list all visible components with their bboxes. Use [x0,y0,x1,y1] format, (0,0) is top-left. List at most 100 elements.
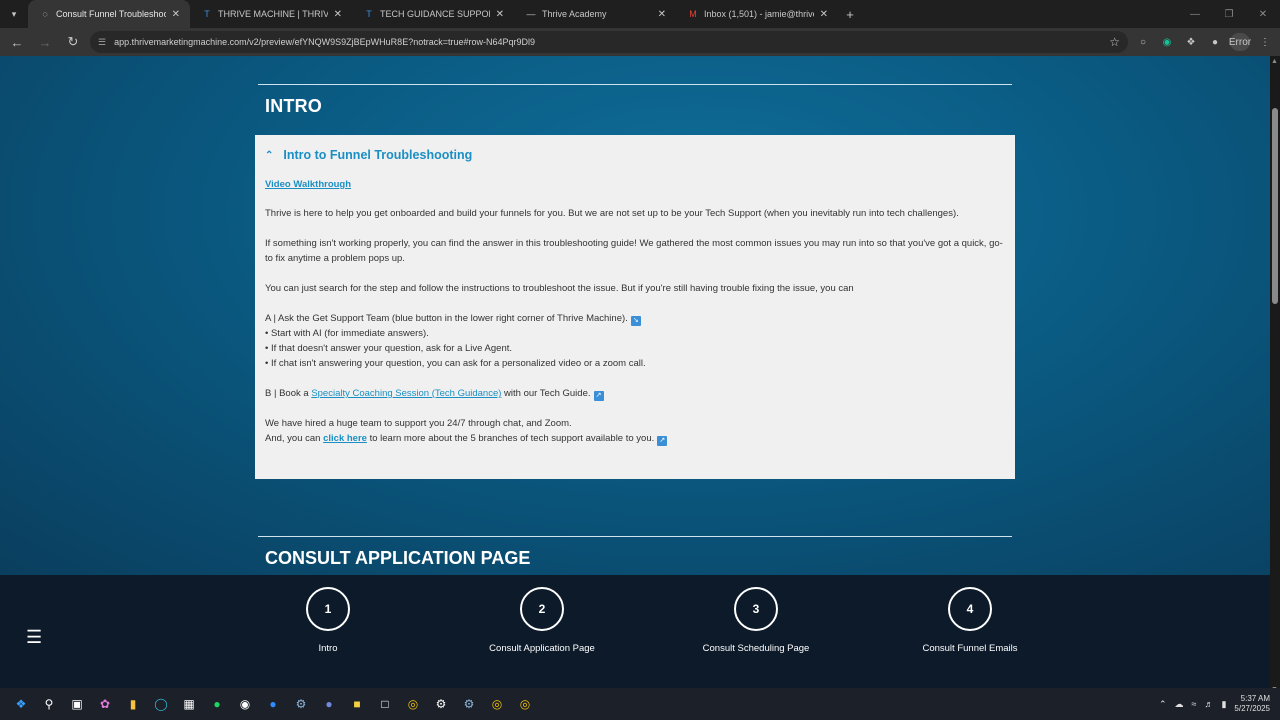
chrome-icon[interactable]: ◎ [402,693,424,715]
search-icon[interactable]: ⚲ [38,693,60,715]
file-explorer-icon[interactable]: ▮ [122,693,144,715]
chevron-up-icon: ⌃ [265,149,274,161]
edge-icon[interactable]: ◯ [150,693,172,715]
sticky-notes-icon[interactable]: ■ [346,693,368,715]
chrome-icon-3[interactable]: ◎ [514,693,536,715]
page-icon: ◌ [42,9,48,19]
video-walkthrough-link[interactable]: Video Walkthrough [265,177,351,192]
thrive-icon: T [366,9,372,19]
close-icon[interactable]: ✕ [334,9,342,20]
tab-thrive-machine[interactable]: T THRIVE MACHINE | THRIVE AC ✕ [190,0,352,28]
external-link-icon[interactable]: ↗ [657,436,668,446]
grammarly-icon[interactable]: ◉ [1158,33,1176,51]
tab-inbox[interactable]: M Inbox (1,501) - jamie@thrive-a ✕ [676,0,838,28]
external-link-icon[interactable]: ↗ [593,391,604,401]
para5-suffix: to learn more about the 5 branches of te… [366,433,655,444]
tab-consult-funnel[interactable]: ◌ Consult Funnel Troubleshootin ✕ [28,0,190,28]
step-consult-funnel-emails[interactable]: 4 Consult Funnel Emails [919,587,1021,655]
click-here-line: And, you can click here to learn more ab… [265,431,1005,446]
copilot-icon[interactable]: ✿ [94,693,116,715]
step-number: 2 [520,587,564,631]
option-a-text: A | Ask the Get Support Team (blue butto… [265,313,628,324]
arrow-down-right-icon: ↘ [630,316,641,326]
accordion-title: Intro to Funnel Troubleshooting [283,147,473,162]
option-a-line: A | Ask the Get Support Team (blue butto… [265,311,1005,326]
option-b-suffix: with our Tech Guide. [501,388,591,399]
scrollbar-thumb[interactable] [1272,108,1278,304]
minimize-icon[interactable]: — [1178,0,1212,28]
clock[interactable]: 5:37 AM 5/27/2025 [1234,694,1270,714]
back-icon[interactable]: ← [6,31,28,53]
tab-title: Consult Funnel Troubleshootin [56,9,166,19]
paragraph: Thrive is here to help you get onboarded… [265,208,959,219]
browser-tab-strip: ▾ ◌ Consult Funnel Troubleshootin ✕ T TH… [0,0,1280,28]
settings-icon[interactable]: ⚙ [430,693,452,715]
url-bar[interactable]: ☰ app.thrivemarketingmachine.com/v2/prev… [90,31,1128,53]
app-d-icon[interactable]: ◉ [234,693,256,715]
para5-prefix: And, you can [265,433,324,444]
close-icon[interactable]: ✕ [658,9,666,20]
reload-icon[interactable]: ↻ [62,31,84,53]
zoom-icon[interactable]: ● [262,693,284,715]
discord-icon[interactable]: ● [318,693,340,715]
scroll-up-icon[interactable]: ▲ [1271,58,1278,65]
coaching-session-link[interactable]: Specialty Coaching Session (Tech Guidanc… [311,388,501,399]
list-item: • If that doesn't answer your question, … [265,343,513,354]
windows-taskbar: ❖ ⚲ ▣ ✿ ▮ ◯ ▦ ● ◉ ● ⚙ ● ■ □ ◎ ⚙ ⚙ ◎ ◎ ⌃ … [0,688,1280,720]
store-icon[interactable]: ▦ [178,693,200,715]
step-intro[interactable]: 1 Intro [263,587,393,655]
volume-icon[interactable]: ♬ [1204,699,1213,709]
restore-icon[interactable]: ❐ [1212,0,1246,28]
close-icon[interactable]: ✕ [496,9,504,20]
close-icon[interactable]: ✕ [172,9,180,20]
option-b-line: B | Book a Specialty Coaching Session (T… [265,386,1005,401]
step-navigation: ☰ 1 Intro 2 Consult Application Page 3 C… [0,575,1270,688]
step-number: 1 [306,587,350,631]
task-view-icon[interactable]: ▣ [66,693,88,715]
steam-icon[interactable]: ⚙ [290,693,312,715]
spotify-icon[interactable]: ● [206,693,228,715]
terminal-icon[interactable]: □ [374,693,396,715]
step-consult-scheduling[interactable]: 3 Consult Scheduling Page [691,587,821,655]
chrome-icon-2[interactable]: ◎ [486,693,508,715]
divider [258,84,1012,85]
step-label: Intro [318,643,338,654]
thrive-icon: T [204,9,210,19]
cloud-icon[interactable]: ☁ [1175,699,1184,710]
step-label: Consult Application Page [489,643,595,654]
scrollbar[interactable]: ▲ ▼ [1270,56,1280,695]
menu-dots-icon[interactable]: ⋮ [1256,33,1274,51]
error-button[interactable]: Error [1229,33,1251,51]
battery-icon[interactable]: ▮ [1221,699,1226,710]
paragraph: You can just search for the step and fol… [265,283,854,294]
gmail-icon: M [689,9,697,19]
list-item: • Start with AI (for immediate answers). [265,328,429,339]
forward-icon[interactable]: → [34,31,56,53]
tab-thrive-academy[interactable]: — Thrive Academy ✕ [514,0,676,28]
accordion-header[interactable]: ⌃ Intro to Funnel Troubleshooting [265,147,1005,163]
url-text: app.thrivemarketingmachine.com/v2/previe… [114,37,536,47]
click-here-link[interactable]: click here [323,433,367,444]
site-info-icon[interactable]: ☰ [98,37,106,48]
loading-icon: ○ [1139,36,1147,48]
extensions-puzzle-icon[interactable]: ❖ [1182,33,1200,51]
address-toolbar: ← → ↻ ☰ app.thrivemarketingmachine.com/v… [0,28,1280,56]
bookmark-star-icon[interactable]: ☆ [1109,35,1120,49]
new-tab-button[interactable]: + [838,0,862,28]
paragraph: We have hired a huge team to support you… [265,418,572,429]
tab-tech-guidance[interactable]: T TECH GUIDANCE SUPPORT BO ✕ [352,0,514,28]
close-window-icon[interactable]: ✕ [1246,0,1280,28]
step-consult-application[interactable]: 2 Consult Application Page [477,587,607,655]
close-icon[interactable]: ✕ [820,9,828,20]
step-number: 3 [734,587,778,631]
steam-icon-2[interactable]: ⚙ [458,693,480,715]
tab-search-icon[interactable]: ▾ [0,0,28,28]
step-number: 4 [948,587,992,631]
wifi-icon[interactable]: ≈ [1192,699,1197,709]
hamburger-menu-icon[interactable]: ☰ [26,627,42,648]
list-item: • If chat isn't answering your question,… [265,358,646,369]
section-title-intro: INTRO [265,96,322,116]
profile-avatar-icon[interactable]: ● [1206,33,1224,51]
windows-start-icon[interactable]: ❖ [10,693,32,715]
chevron-up-icon[interactable]: ⌃ [1159,699,1167,710]
